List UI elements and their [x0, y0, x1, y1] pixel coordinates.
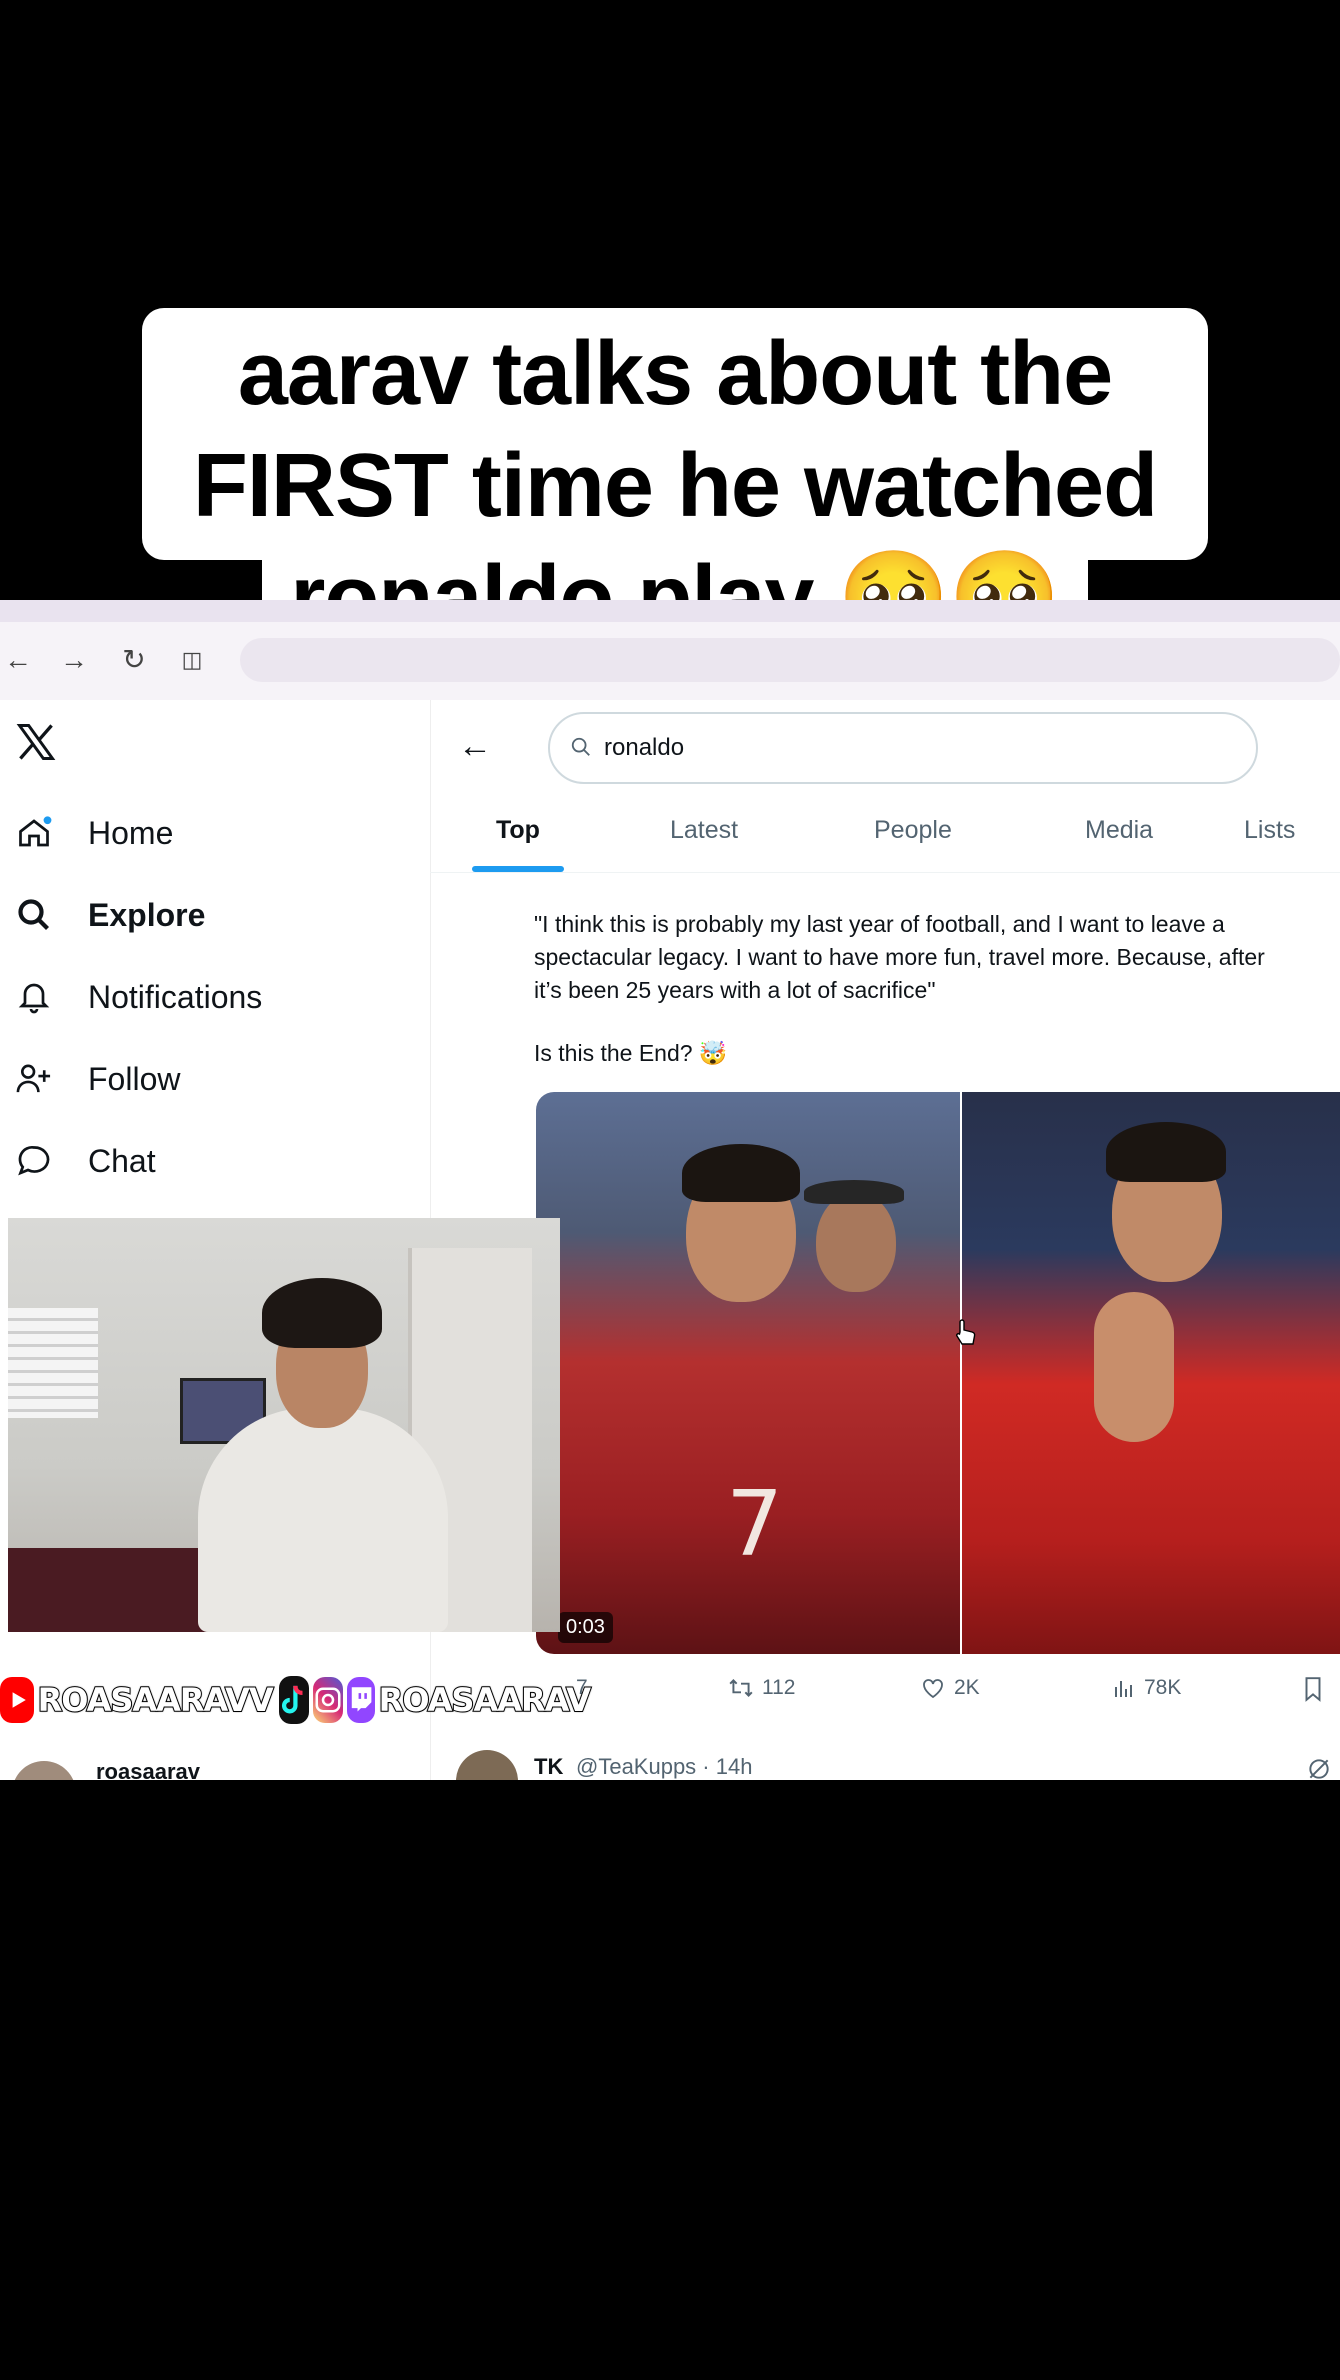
- split-view-icon[interactable]: ◫: [174, 642, 210, 678]
- tab-top[interactable]: Top: [496, 816, 540, 845]
- sidebar-item-home[interactable]: Home: [14, 803, 173, 863]
- youtube-icon: [0, 1677, 34, 1723]
- address-bar[interactable]: [240, 638, 1340, 682]
- home-icon: [14, 813, 54, 853]
- social-handles-banner: ROASAARAVV ROASAARAV: [0, 1668, 592, 1732]
- shirt-number: 7: [726, 1472, 784, 1577]
- x-logo-icon[interactable]: [14, 720, 58, 764]
- sidebar-item-label: Explore: [88, 896, 206, 933]
- views-button[interactable]: 78K: [1112, 1676, 1181, 1700]
- caption-line-1: aarav talks about the: [237, 324, 1113, 424]
- sidebar-item-label: Notifications: [88, 978, 263, 1015]
- browser-toolbar: ← → ↻ ◫: [0, 622, 1340, 701]
- youtube-handle: ROASAARAVV: [37, 1680, 275, 1720]
- account-name: roasaarav: [96, 1759, 200, 1780]
- chat-icon: [14, 1141, 54, 1181]
- search-input[interactable]: ronaldo: [548, 712, 1258, 784]
- arrow-left-icon[interactable]: ←: [0, 642, 36, 678]
- sidebar-item-follow[interactable]: Follow: [14, 1049, 180, 1109]
- tweet-question: Is this the End? 🤯: [534, 1040, 728, 1066]
- bar-chart-icon: [1115, 1681, 1132, 1697]
- search-icon: [571, 737, 590, 756]
- sidebar-item-label: Home: [88, 814, 174, 851]
- tiktok-icon: [278, 1676, 309, 1724]
- main-column: ← ronaldo Top Latest People Media Lists …: [430, 700, 1340, 1780]
- tweet-author-handle: @TeaKupps · 14h: [576, 1754, 753, 1779]
- search-icon: [14, 895, 54, 935]
- avatar: [12, 1761, 76, 1780]
- window-blinds: [8, 1308, 98, 1418]
- photo-ronaldo-left[interactable]: 7: [536, 1092, 960, 1654]
- tweet-media[interactable]: 7 0:03: [536, 1092, 1340, 1654]
- heart-icon: [923, 1679, 943, 1699]
- view-count: 78K: [1144, 1676, 1182, 1699]
- tweet-text: "I think this is probably my last year o…: [534, 911, 1265, 1003]
- sidebar-item-explore[interactable]: Explore: [14, 885, 205, 945]
- bell-icon: [14, 977, 54, 1017]
- retweet-icon: [729, 1679, 753, 1697]
- sidebar-item-label: Follow: [88, 1060, 181, 1097]
- tab-latest[interactable]: Latest: [670, 816, 738, 845]
- arrow-right-icon[interactable]: →: [56, 642, 92, 678]
- twitch-icon: [346, 1677, 375, 1723]
- back-arrow-icon[interactable]: ←: [458, 726, 498, 766]
- reload-icon[interactable]: ↻: [116, 642, 152, 678]
- tab-people[interactable]: People: [874, 816, 952, 845]
- streamer: [198, 1258, 448, 1632]
- search-query: ronaldo: [604, 734, 685, 761]
- tweet-author-name[interactable]: TK: [534, 1754, 563, 1780]
- bookmark-button[interactable]: [1302, 1676, 1332, 1702]
- bookmark-icon: [1305, 1677, 1321, 1702]
- sidebar-account[interactable]: roasaarav: [0, 1755, 430, 1780]
- avatar[interactable]: [456, 1750, 518, 1780]
- sidebar-item-chat[interactable]: Chat: [14, 1131, 156, 1191]
- hand-cursor-icon: [956, 1319, 976, 1345]
- like-count: 2K: [954, 1676, 980, 1699]
- webcam-overlay: [8, 1218, 560, 1632]
- grok-icon[interactable]: [1306, 1756, 1332, 1780]
- retweet-button[interactable]: 112: [728, 1676, 795, 1700]
- retweet-count: 112: [762, 1676, 796, 1699]
- like-button[interactable]: 2K: [920, 1676, 980, 1700]
- caption-line-2: FIRST time he watched: [192, 436, 1158, 536]
- add-person-icon: [14, 1059, 54, 1099]
- sidebar-item-label: Chat: [88, 1142, 156, 1179]
- browser-tab-strip: [0, 600, 1340, 622]
- tab-lists[interactable]: Lists: [1244, 816, 1295, 845]
- sidebar-item-notifications[interactable]: Notifications: [14, 967, 262, 1027]
- video-timestamp: 0:03: [558, 1612, 613, 1643]
- next-tweet[interactable]: TK @TeaKupps · 14h: [430, 1740, 1340, 1780]
- active-tab-indicator: [472, 866, 564, 872]
- twitch-handle: ROASAARAV: [378, 1680, 592, 1720]
- instagram-icon: [312, 1677, 343, 1723]
- search-tabs: Top Latest People Media Lists: [430, 796, 1340, 873]
- photo-ronaldo-right[interactable]: [962, 1092, 1340, 1654]
- bed: [8, 1548, 208, 1632]
- tab-media[interactable]: Media: [1085, 816, 1153, 845]
